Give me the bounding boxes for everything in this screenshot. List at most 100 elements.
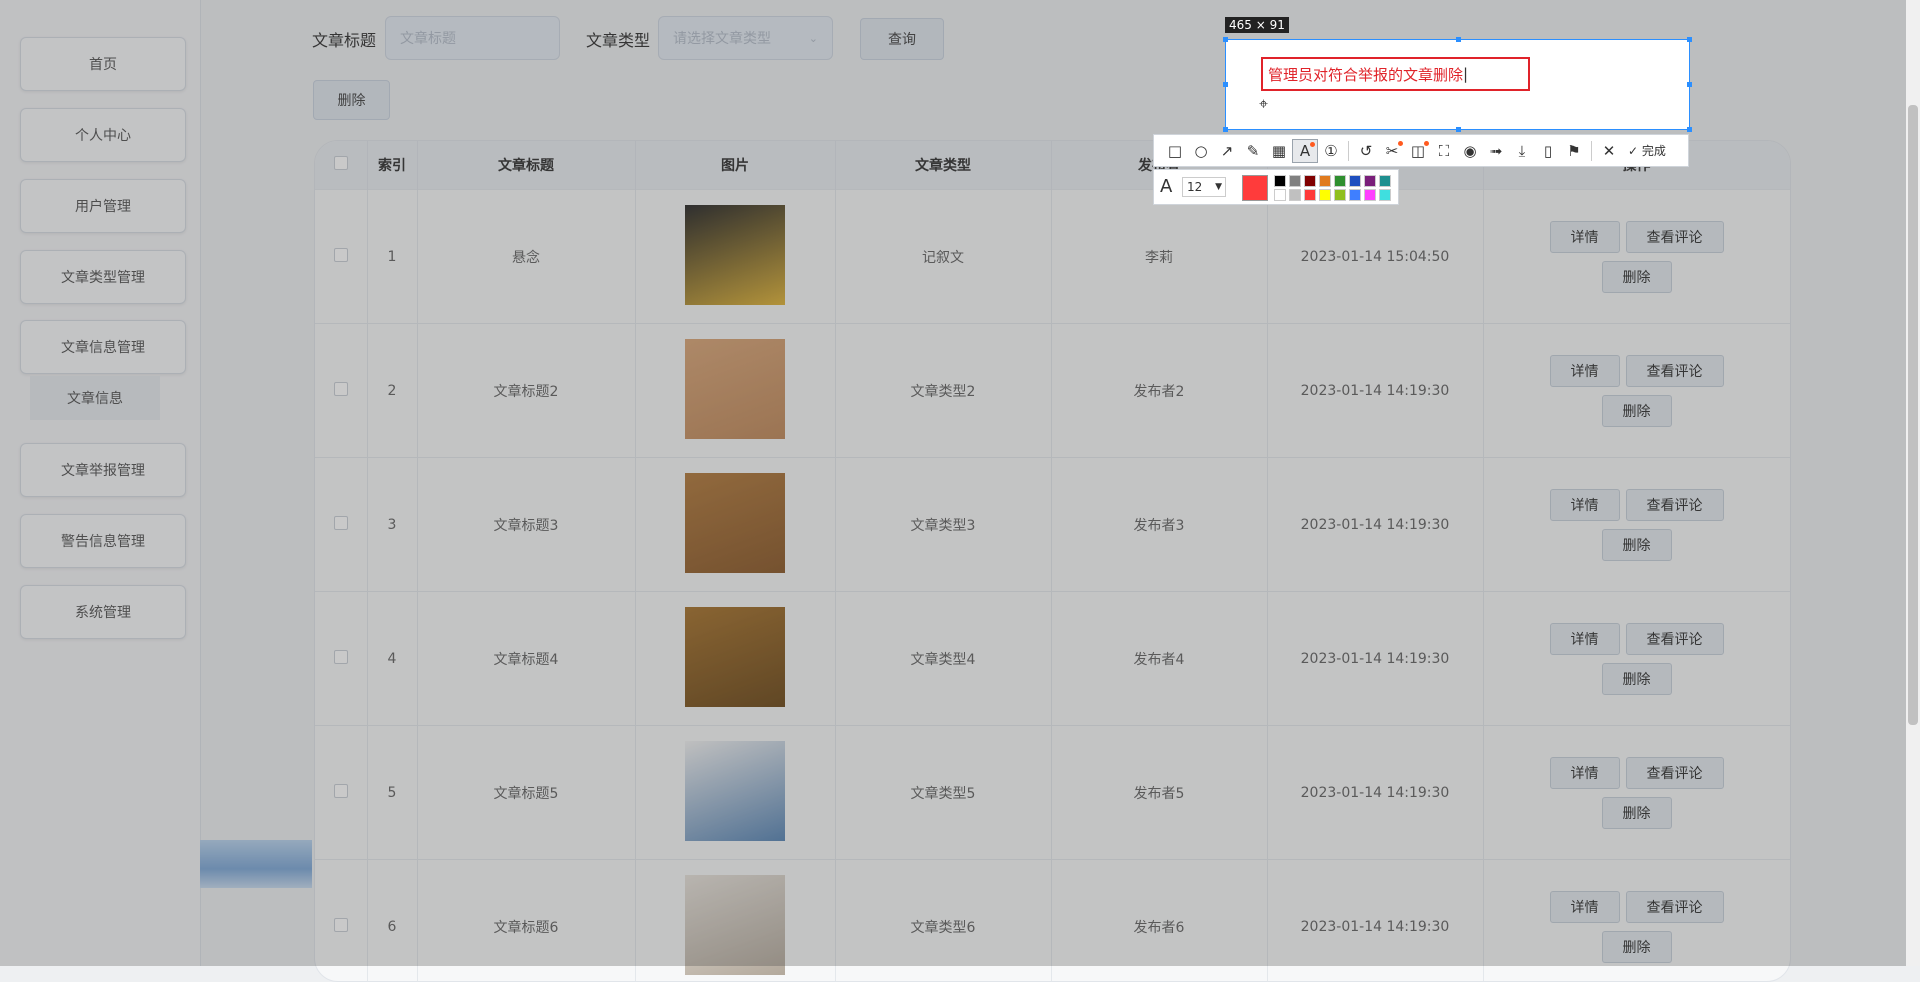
delete-button[interactable]: 删除 xyxy=(1602,395,1672,427)
resize-handle[interactable] xyxy=(1687,37,1692,42)
detail-button[interactable]: 详情 xyxy=(1550,891,1620,923)
row-checkbox[interactable] xyxy=(334,516,348,530)
resize-handle[interactable] xyxy=(1456,37,1461,42)
scrollbar-thumb[interactable] xyxy=(1908,105,1918,725)
color-swatch[interactable] xyxy=(1364,189,1376,201)
delete-button[interactable]: 删除 xyxy=(1602,797,1672,829)
row-checkbox[interactable] xyxy=(334,382,348,396)
view-comments-button[interactable]: 查看评论 xyxy=(1626,757,1724,789)
title-search-input[interactable]: 文章标题 xyxy=(385,16,560,60)
color-swatch[interactable] xyxy=(1304,189,1316,201)
color-swatch[interactable] xyxy=(1334,175,1346,187)
row-checkbox[interactable] xyxy=(334,248,348,262)
mosaic-tool-icon[interactable]: ▦ xyxy=(1266,139,1292,163)
resize-handle[interactable] xyxy=(1223,37,1228,42)
menu-label: 文章信息管理 xyxy=(61,337,145,357)
detail-button[interactable]: 详情 xyxy=(1550,757,1620,789)
detail-button[interactable]: 详情 xyxy=(1550,221,1620,253)
color-swatch[interactable] xyxy=(1289,175,1301,187)
menu-item-user-management[interactable]: 用户管理 xyxy=(20,179,186,233)
close-icon[interactable]: ✕ xyxy=(1596,139,1622,163)
record-icon[interactable]: ◉ xyxy=(1457,139,1483,163)
ocr-icon[interactable]: ◫ xyxy=(1405,139,1431,163)
query-button[interactable]: 查询 xyxy=(860,18,944,60)
color-swatch[interactable] xyxy=(1349,189,1361,201)
color-swatch[interactable] xyxy=(1304,175,1316,187)
pin-icon[interactable]: ➟ xyxy=(1483,139,1509,163)
detail-button[interactable]: 详情 xyxy=(1550,489,1620,521)
view-comments-button[interactable]: 查看评论 xyxy=(1626,355,1724,387)
color-swatch[interactable] xyxy=(1364,175,1376,187)
resize-handle[interactable] xyxy=(1223,82,1228,87)
row-select-cell[interactable] xyxy=(315,458,367,592)
color-swatch[interactable] xyxy=(1289,189,1301,201)
resize-handle[interactable] xyxy=(1223,127,1228,132)
scrollbar[interactable] xyxy=(1906,0,1920,966)
annotation-text-box[interactable]: 管理员对符合举报的文章删除| xyxy=(1261,57,1530,91)
menu-item-warning-info-management[interactable]: 警告信息管理 xyxy=(20,514,186,568)
number-tool-icon[interactable]: ① xyxy=(1318,139,1344,163)
row-select-cell[interactable] xyxy=(315,860,367,982)
color-swatch[interactable] xyxy=(1349,175,1361,187)
row-select-cell[interactable] xyxy=(315,324,367,458)
table-row: 2文章标题2文章类型2发布者22023-01-14 14:19:30详情查看评论… xyxy=(315,324,1790,458)
color-swatch[interactable] xyxy=(1319,189,1331,201)
menu-item-article-report-management[interactable]: 文章举报管理 xyxy=(20,443,186,497)
text-tool-icon[interactable]: A xyxy=(1292,139,1318,163)
row-select-cell[interactable] xyxy=(315,592,367,726)
menu-item-system-management[interactable]: 系统管理 xyxy=(20,585,186,639)
color-swatch[interactable] xyxy=(1319,175,1331,187)
view-comments-button[interactable]: 查看评论 xyxy=(1626,623,1724,655)
row-select-cell[interactable] xyxy=(315,190,367,324)
color-swatch[interactable] xyxy=(1334,189,1346,201)
article-cover-image[interactable] xyxy=(685,339,785,439)
submenu-item-article-info[interactable]: 文章信息 xyxy=(30,376,160,420)
detail-button[interactable]: 详情 xyxy=(1550,355,1620,387)
phone-icon[interactable]: ▯ xyxy=(1535,139,1561,163)
selection-size-label: 465 × 91 xyxy=(1225,17,1289,33)
color-swatch[interactable] xyxy=(1379,175,1391,187)
font-size-select[interactable]: 12▼ xyxy=(1182,177,1226,197)
article-cover-image[interactable] xyxy=(685,473,785,573)
delete-button[interactable]: 删除 xyxy=(1602,529,1672,561)
row-checkbox[interactable] xyxy=(334,918,348,932)
undo-icon[interactable]: ↺ xyxy=(1353,139,1379,163)
menu-item-home[interactable]: 首页 xyxy=(20,37,186,91)
detail-button[interactable]: 详情 xyxy=(1550,623,1620,655)
color-swatch[interactable] xyxy=(1379,189,1391,201)
color-swatch[interactable] xyxy=(1274,189,1286,201)
color-swatch[interactable] xyxy=(1274,175,1286,187)
view-comments-button[interactable]: 查看评论 xyxy=(1626,489,1724,521)
resize-handle[interactable] xyxy=(1456,127,1461,132)
select-all-checkbox[interactable] xyxy=(334,156,348,170)
article-cover-image[interactable] xyxy=(685,607,785,707)
delete-button[interactable]: 删除 xyxy=(1602,931,1672,963)
arrow-tool-icon[interactable]: ↗ xyxy=(1214,139,1240,163)
done-button[interactable]: ✓ 完成 xyxy=(1628,142,1666,159)
select-all-header[interactable] xyxy=(315,141,367,190)
pen-tool-icon[interactable]: ✎ xyxy=(1240,139,1266,163)
ellipse-tool-icon[interactable]: ○ xyxy=(1188,139,1214,163)
cut-icon[interactable]: ✂ xyxy=(1379,139,1405,163)
resize-handle[interactable] xyxy=(1687,82,1692,87)
row-checkbox[interactable] xyxy=(334,784,348,798)
menu-item-personal-center[interactable]: 个人中心 xyxy=(20,108,186,162)
article-cover-image[interactable] xyxy=(685,205,785,305)
bulk-delete-button[interactable]: 删除 xyxy=(313,80,390,120)
view-comments-button[interactable]: 查看评论 xyxy=(1626,891,1724,923)
bookmark-icon[interactable]: ⚑ xyxy=(1561,139,1587,163)
download-icon[interactable]: ⤓ xyxy=(1509,139,1535,163)
row-select-cell[interactable] xyxy=(315,726,367,860)
delete-button[interactable]: 删除 xyxy=(1602,261,1672,293)
delete-button[interactable]: 删除 xyxy=(1602,663,1672,695)
resize-handle[interactable] xyxy=(1687,127,1692,132)
rectangle-tool-icon[interactable]: □ xyxy=(1162,139,1188,163)
article-cover-image[interactable] xyxy=(685,875,785,975)
view-comments-button[interactable]: 查看评论 xyxy=(1626,221,1724,253)
menu-item-article-info-management[interactable]: 文章信息管理 xyxy=(20,320,186,374)
article-cover-image[interactable] xyxy=(685,741,785,841)
type-select[interactable]: 请选择文章类型 ⌄ xyxy=(658,16,833,60)
menu-item-article-type-management[interactable]: 文章类型管理 xyxy=(20,250,186,304)
row-checkbox[interactable] xyxy=(334,650,348,664)
scan-icon[interactable]: ⛶ xyxy=(1431,139,1457,163)
